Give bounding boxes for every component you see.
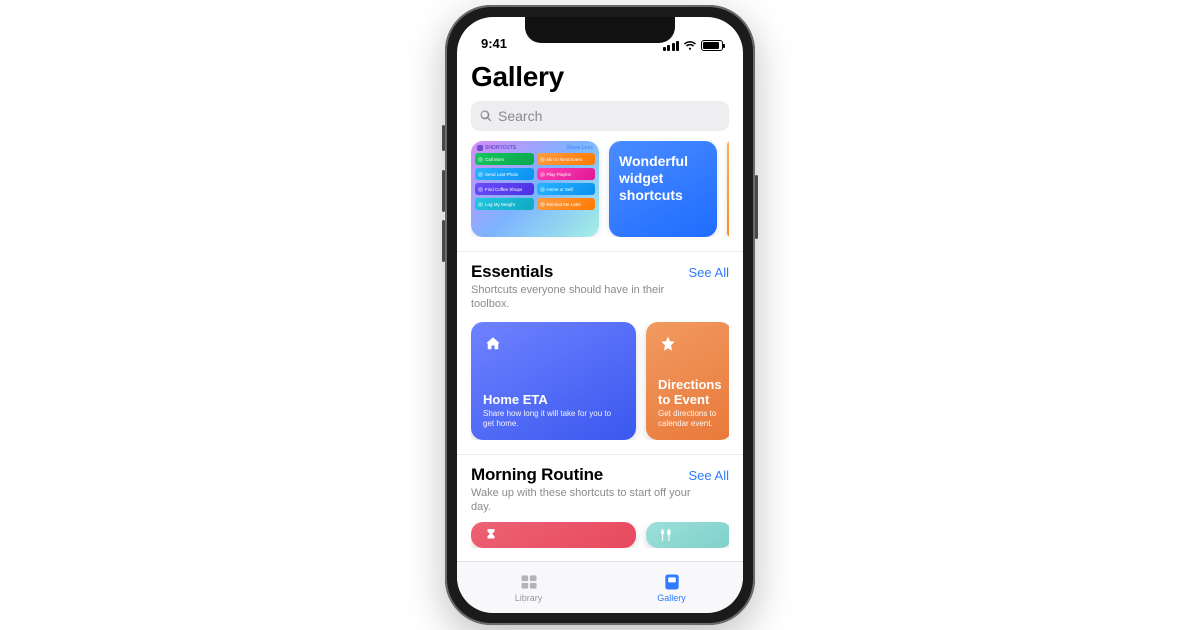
tab-label: Gallery bbox=[657, 593, 686, 603]
widget-header: SHORTCUTS Show Less bbox=[475, 145, 595, 153]
tab-label: Library bbox=[515, 593, 543, 603]
card-title: Home ETA bbox=[483, 392, 624, 407]
widget-item: Home or Self bbox=[537, 183, 596, 195]
section-title: Essentials bbox=[471, 262, 553, 282]
widget-item: Min to Next Event bbox=[537, 153, 596, 165]
volume-down bbox=[442, 220, 445, 262]
status-icons bbox=[663, 40, 724, 51]
widget-item: Remind Me Later bbox=[537, 198, 596, 210]
notch bbox=[525, 17, 675, 43]
tab-gallery[interactable]: Gallery bbox=[600, 562, 743, 613]
morning-cards[interactable] bbox=[471, 522, 729, 548]
widget-item: Find Coffee Shops bbox=[475, 183, 534, 195]
widget-item: Send Last Photo bbox=[475, 168, 534, 180]
tab-library[interactable]: Library bbox=[457, 562, 600, 613]
screen: 9:41 Gallery Search SHORTCUTS Show Less … bbox=[457, 17, 743, 613]
cellular-icon bbox=[663, 41, 680, 51]
section-title: Morning Routine bbox=[471, 465, 603, 485]
shortcut-card-directions[interactable]: Directions to Event Get directions to ca… bbox=[646, 322, 729, 440]
widget-item: Play Playlist bbox=[537, 168, 596, 180]
widget-grid: Call Mom Min to Next Event Send Last Pho… bbox=[475, 153, 595, 210]
essentials-cards[interactable]: Home ETA Share how long it will take for… bbox=[471, 322, 729, 440]
widget-item: Log My Weight bbox=[475, 198, 534, 210]
hero-card-peek[interactable] bbox=[727, 141, 729, 237]
search-placeholder: Search bbox=[498, 108, 542, 124]
divider bbox=[457, 251, 743, 252]
card-title: Directions to Event bbox=[658, 377, 720, 407]
iphone-mockup: 9:41 Gallery Search SHORTCUTS Show Less … bbox=[445, 5, 755, 625]
hero-featured-title: Wonderful widget shortcuts bbox=[619, 153, 707, 203]
content: Gallery Search SHORTCUTS Show Less Call … bbox=[457, 53, 743, 561]
battery-icon bbox=[701, 40, 723, 51]
volume-up bbox=[442, 170, 445, 212]
gallery-icon bbox=[661, 572, 683, 592]
utensils-icon bbox=[656, 527, 676, 543]
hero-card-featured[interactable]: Wonderful widget shortcuts bbox=[609, 141, 717, 237]
see-all-link[interactable]: See All bbox=[689, 265, 729, 280]
shortcut-card-morning-1[interactable] bbox=[471, 522, 636, 548]
card-desc: Get directions to calendar event. bbox=[658, 409, 720, 430]
hourglass-icon bbox=[481, 527, 501, 543]
page-title: Gallery bbox=[471, 61, 729, 93]
mute-switch bbox=[442, 125, 445, 151]
power-button bbox=[755, 175, 758, 239]
section-subtitle: Wake up with these shortcuts to start of… bbox=[471, 486, 691, 515]
status-time: 9:41 bbox=[481, 36, 507, 51]
morning-header: Morning Routine See All bbox=[471, 465, 729, 485]
search-icon bbox=[479, 109, 493, 123]
shortcut-card-home-eta[interactable]: Home ETA Share how long it will take for… bbox=[471, 322, 636, 440]
essentials-header: Essentials See All bbox=[471, 262, 729, 282]
see-all-link[interactable]: See All bbox=[689, 468, 729, 483]
wifi-icon bbox=[683, 41, 697, 51]
search-input[interactable]: Search bbox=[471, 101, 729, 131]
star-icon bbox=[658, 334, 678, 354]
hero-carousel[interactable]: SHORTCUTS Show Less Call Mom Min to Next… bbox=[471, 141, 729, 237]
grid-icon bbox=[518, 572, 540, 592]
card-desc: Share how long it will take for you to g… bbox=[483, 409, 624, 430]
shortcut-card-morning-2[interactable] bbox=[646, 522, 729, 548]
divider bbox=[457, 454, 743, 455]
section-subtitle: Shortcuts everyone should have in their … bbox=[471, 283, 691, 312]
hero-card-widgets[interactable]: SHORTCUTS Show Less Call Mom Min to Next… bbox=[471, 141, 599, 237]
widget-item: Call Mom bbox=[475, 153, 534, 165]
tab-bar: Library Gallery bbox=[457, 561, 743, 613]
home-icon bbox=[483, 334, 503, 354]
